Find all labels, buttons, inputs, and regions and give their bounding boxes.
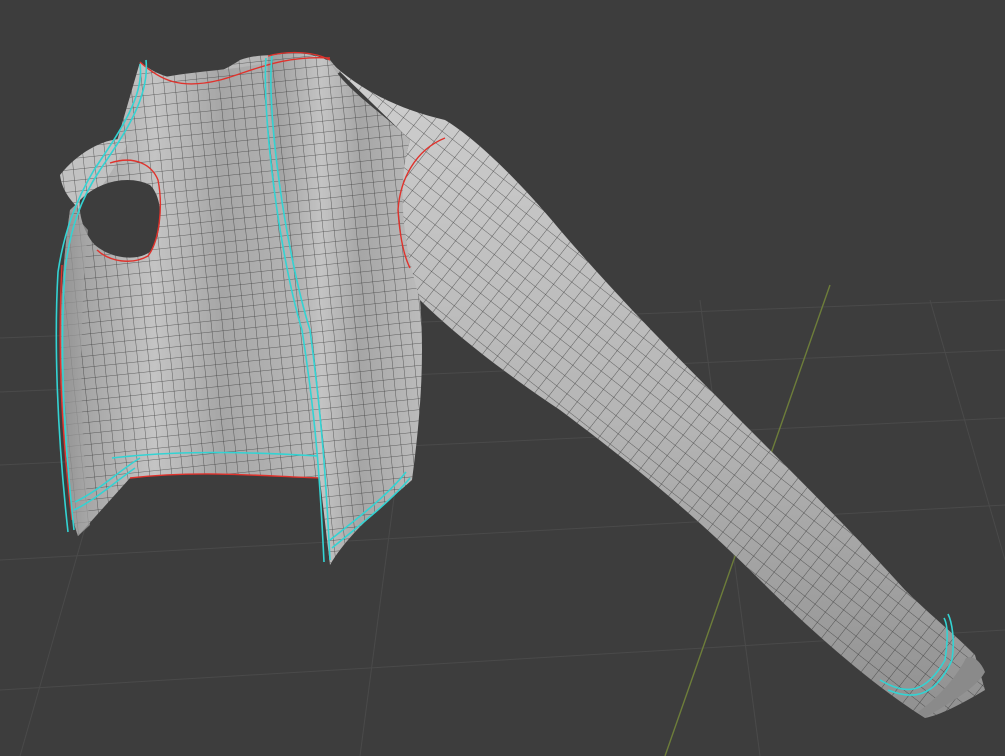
viewport-canvas[interactable] bbox=[0, 0, 1005, 756]
3d-viewport[interactable] bbox=[0, 0, 1005, 756]
sleeve[interactable] bbox=[330, 62, 985, 718]
